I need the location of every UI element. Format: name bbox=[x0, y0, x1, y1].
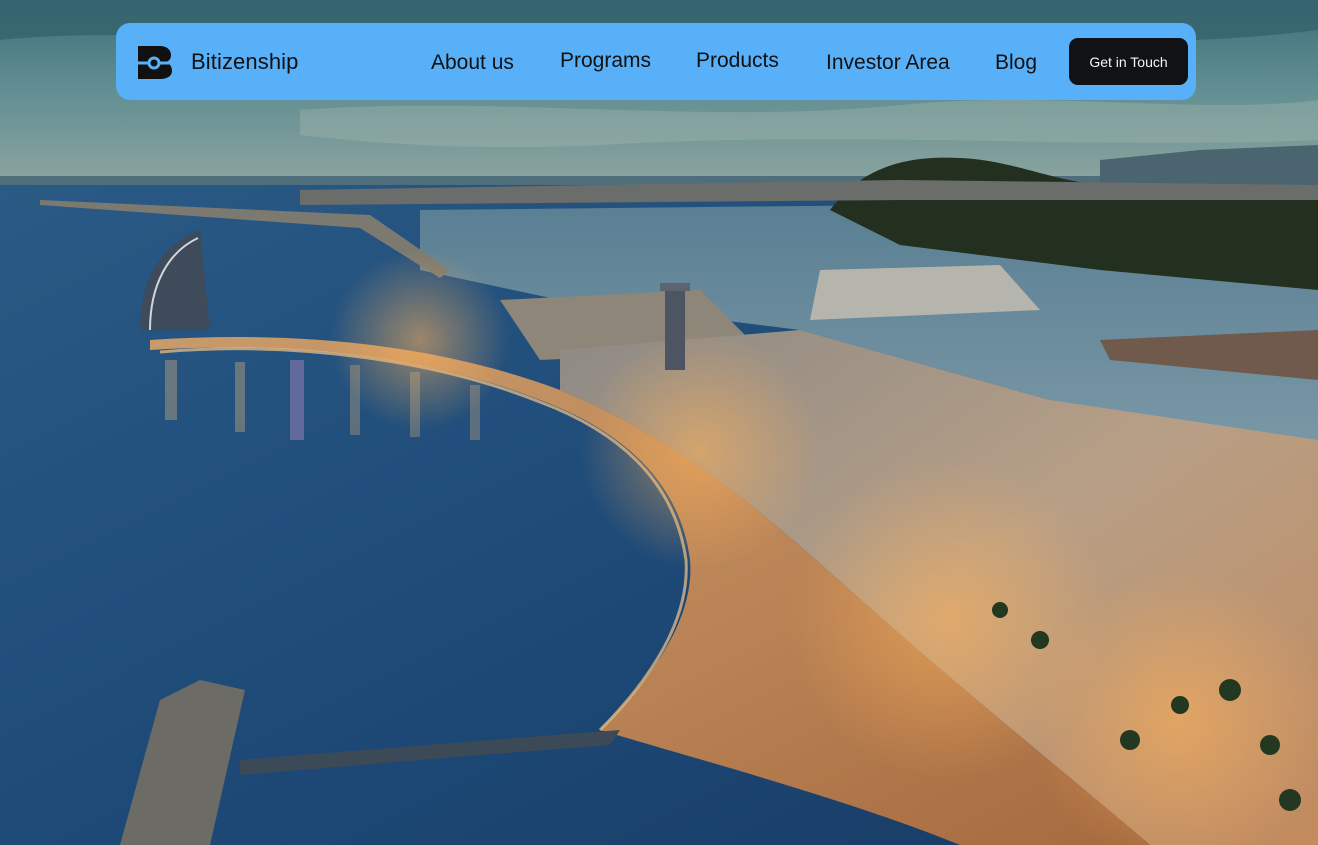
bitizenship-logo-icon bbox=[138, 45, 172, 79]
get-in-touch-button[interactable]: Get in Touch bbox=[1069, 38, 1188, 85]
nav-link-programs[interactable]: Programs bbox=[560, 48, 651, 74]
top-navbar: Bitizenship About us Programs Products I… bbox=[116, 23, 1196, 100]
hero-background-image bbox=[0, 0, 1318, 845]
brand-name: Bitizenship bbox=[191, 49, 299, 74]
nav-link-about-us[interactable]: About us bbox=[431, 50, 514, 76]
hero-section: Bitizenship About us Programs Products I… bbox=[0, 0, 1318, 845]
nav-link-blog[interactable]: Blog bbox=[995, 50, 1037, 76]
brand-home-link[interactable]: Bitizenship bbox=[138, 44, 299, 80]
nav-link-products[interactable]: Products bbox=[696, 48, 779, 74]
nav-link-investor-area[interactable]: Investor Area bbox=[826, 50, 950, 76]
